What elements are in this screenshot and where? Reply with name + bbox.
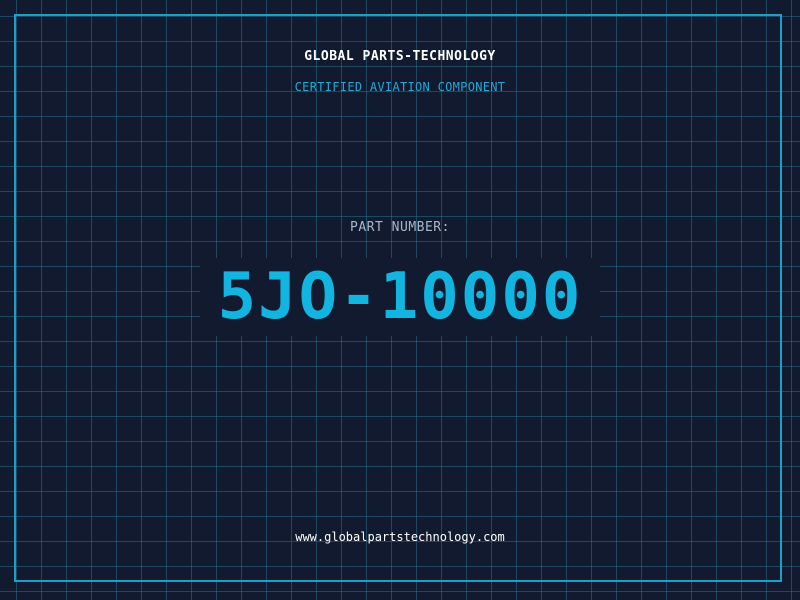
part-number-label: PART NUMBER: (350, 220, 450, 235)
website-url: www.globalpartstechnology.com (295, 530, 505, 544)
certification-subtitle: CERTIFIED AVIATION COMPONENT (294, 80, 506, 94)
company-title: GLOBAL PARTS-TECHNOLOGY (304, 49, 496, 64)
part-number-value: 5JO-10000 (217, 260, 583, 334)
